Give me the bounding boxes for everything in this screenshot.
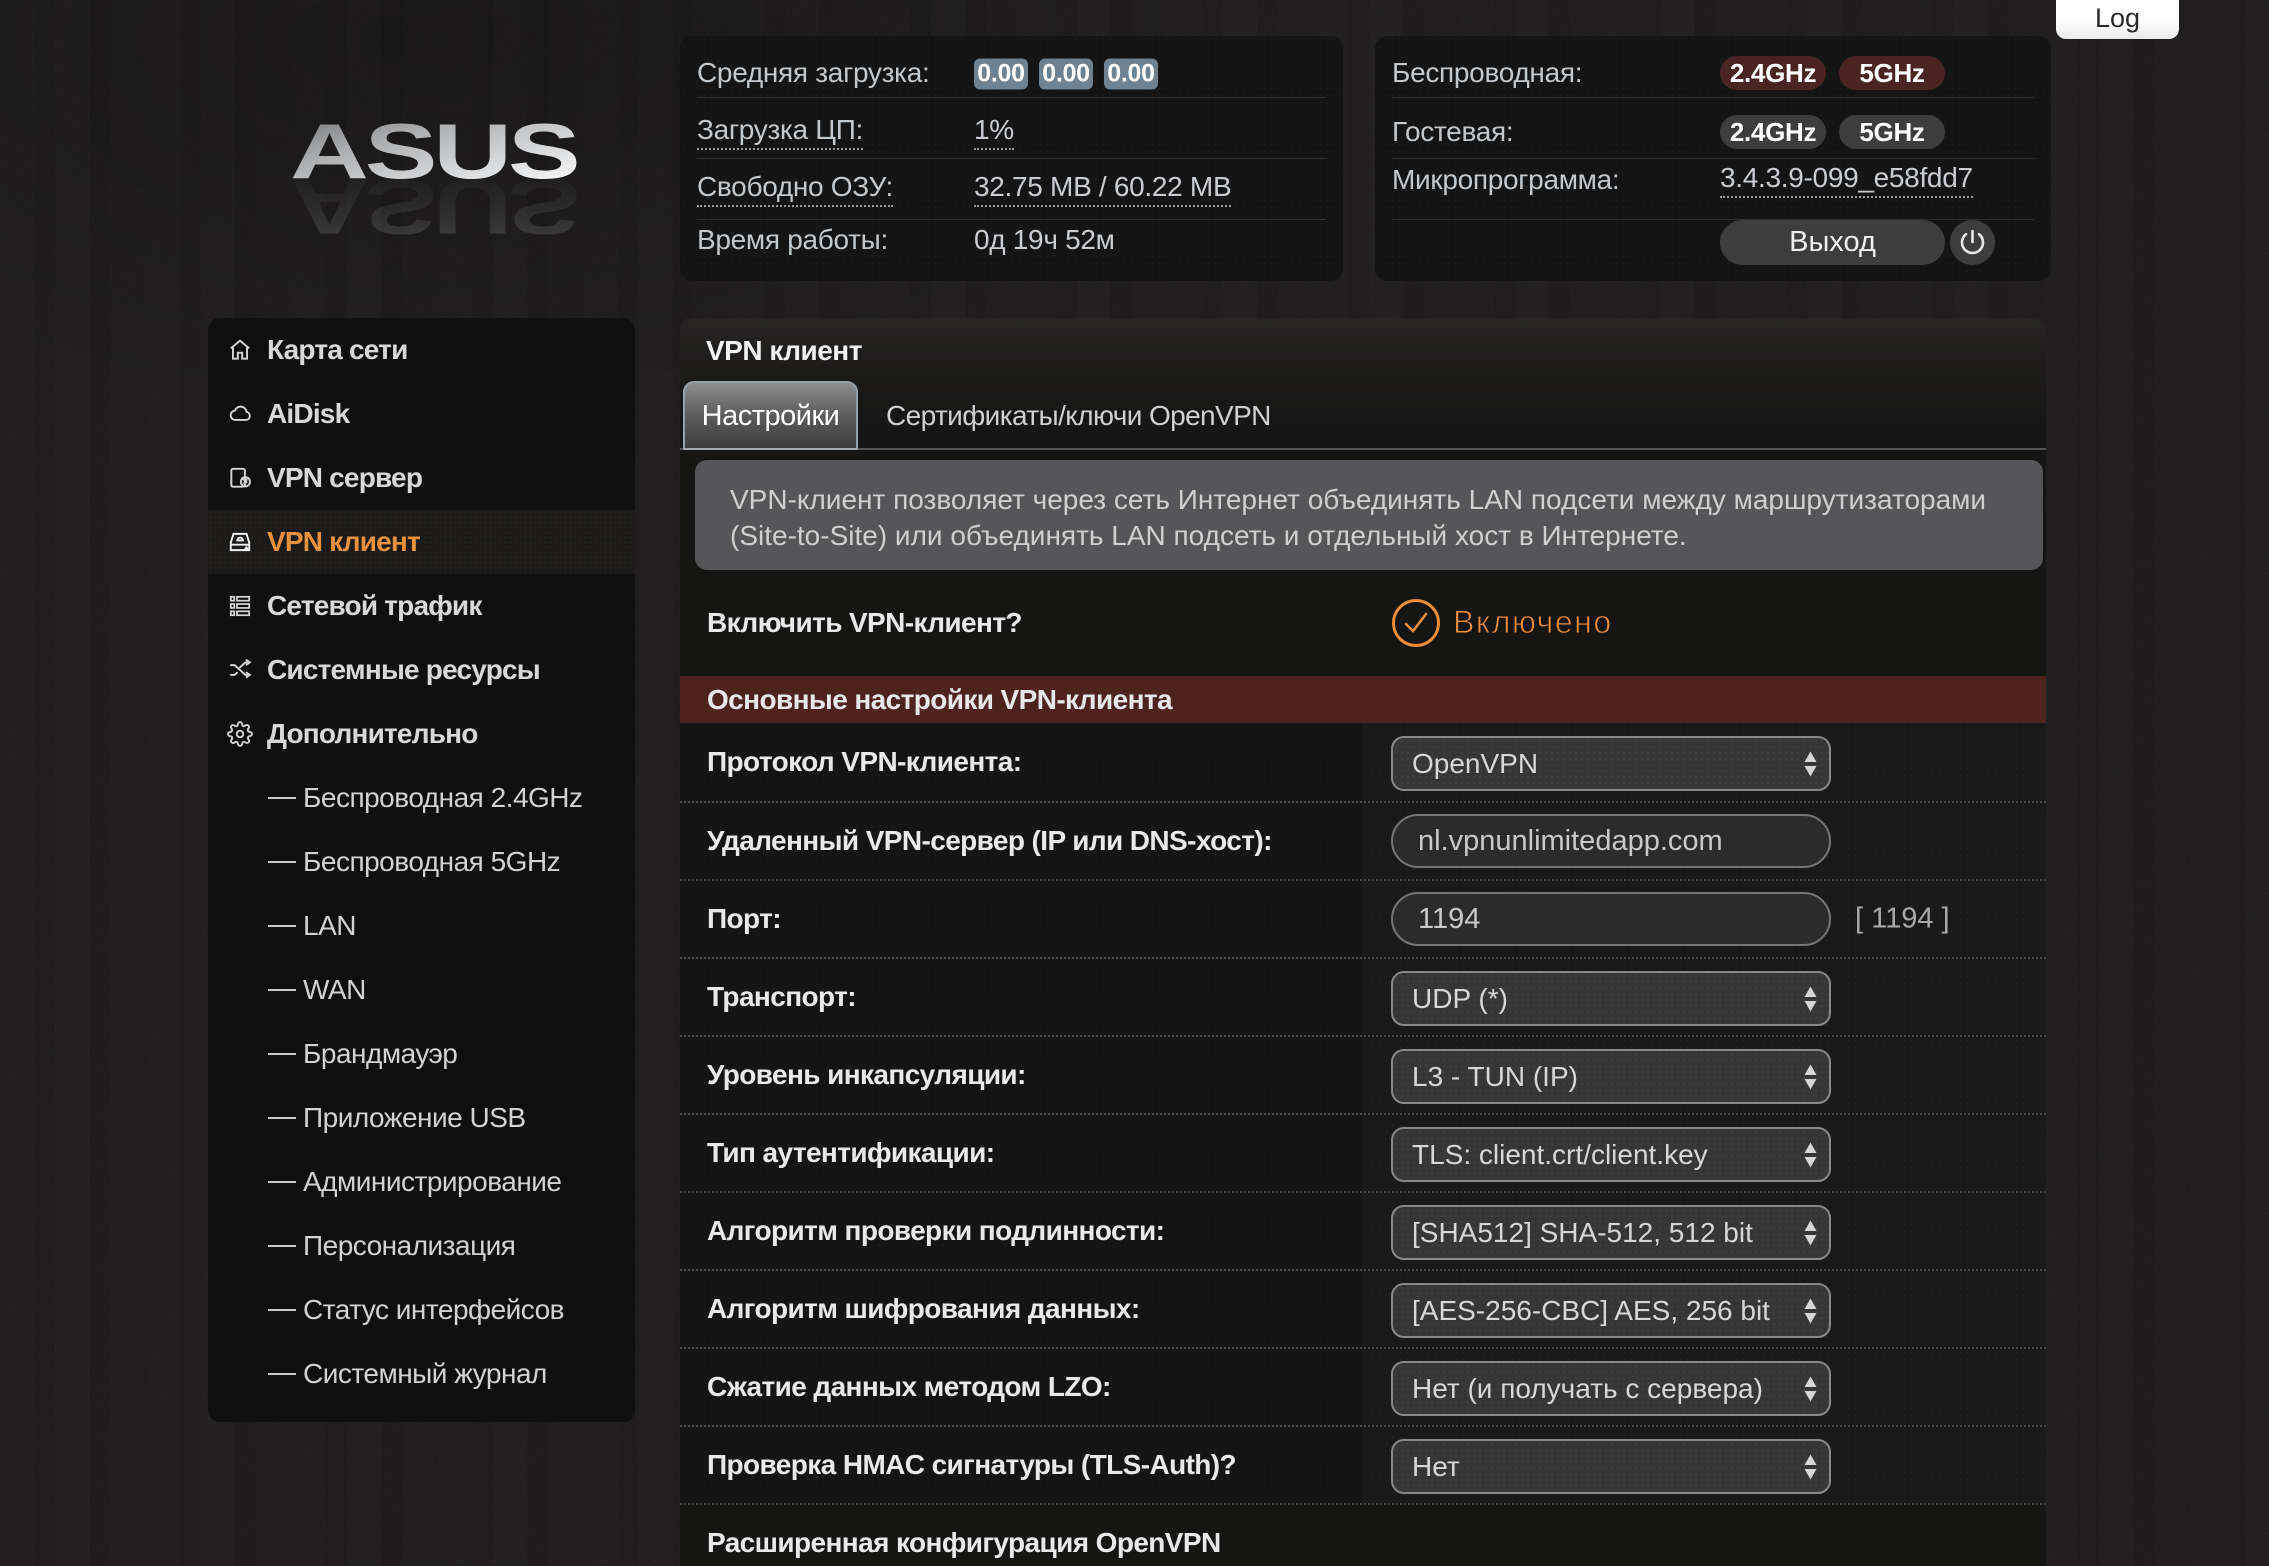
svg-text:ASUS: ASUS	[290, 163, 577, 250]
